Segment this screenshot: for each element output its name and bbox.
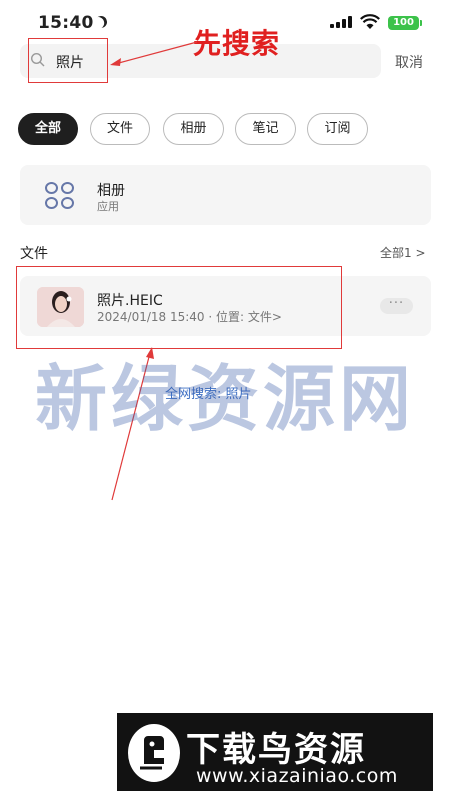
filter-chip-albums[interactable]: 相册 (163, 113, 224, 145)
filter-chip-subscriptions[interactable]: 订阅 (307, 113, 368, 145)
album-app-icon (45, 182, 75, 210)
filter-chip-files[interactable]: 文件 (90, 113, 150, 145)
banner-title: 下载鸟资源 (186, 730, 366, 770)
app-result-card[interactable] (20, 165, 431, 225)
app-result-name: 相册 (97, 183, 125, 199)
wifi-icon (360, 14, 380, 29)
search-highlight-box (28, 38, 108, 83)
more-options-icon[interactable]: ··· (380, 297, 413, 314)
files-section-title: 文件 (20, 246, 48, 262)
banner-url: www.xiazainiao.com (196, 765, 398, 787)
annotation-arrow (110, 41, 198, 66)
filter-chip-notes[interactable]: 笔记 (235, 113, 296, 145)
files-see-all-link[interactable]: 全部1 > (380, 244, 426, 261)
file-highlight-box (16, 266, 342, 349)
battery-tip (420, 20, 422, 26)
battery-icon: 100 (388, 16, 419, 30)
annotation-label: 先搜索 (193, 27, 281, 60)
filter-chip-all[interactable]: 全部 (18, 113, 78, 145)
watermark-text: 新绿资源网 (34, 357, 415, 441)
signal-icon (330, 16, 352, 28)
bird-logo-icon (128, 724, 180, 782)
moon-icon (93, 14, 108, 29)
status-time: 15:40 (38, 13, 94, 33)
app-result-subtitle: 应用 (97, 200, 119, 213)
cancel-button[interactable]: 取消 (395, 52, 423, 72)
